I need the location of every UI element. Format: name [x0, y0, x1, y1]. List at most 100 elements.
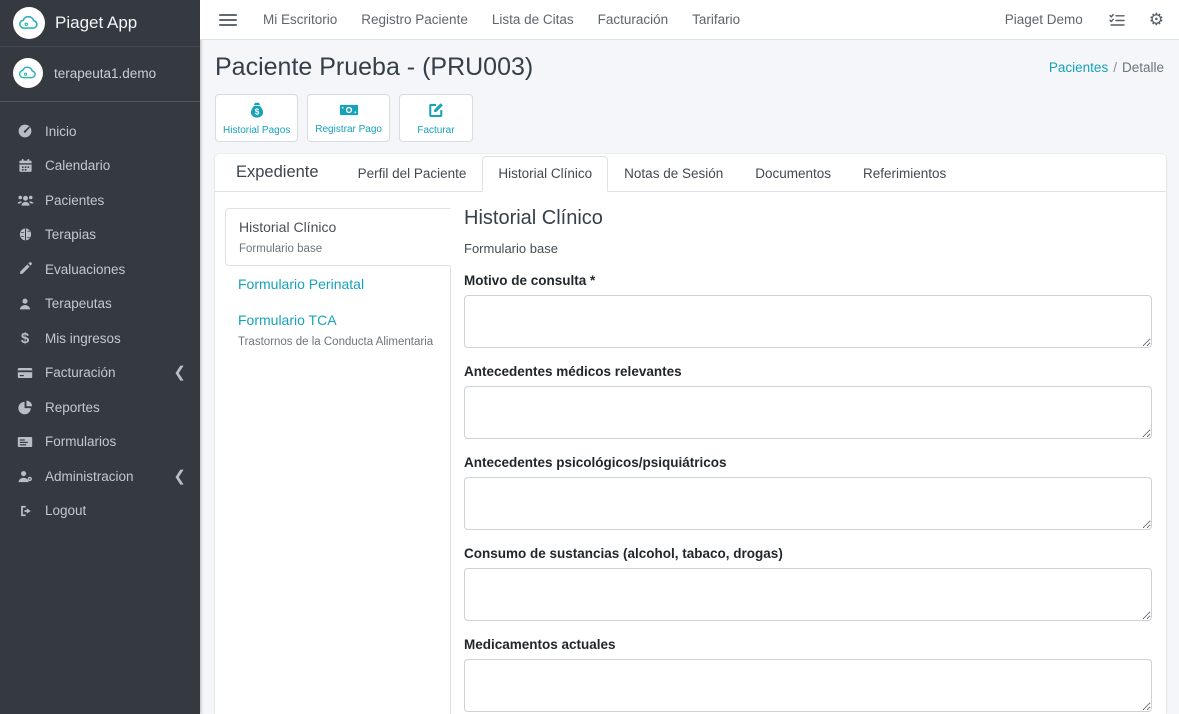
clinical-history-form: Historial Clínico Formulario base Motivo… [451, 192, 1152, 714]
facturar-button[interactable]: Facturar [399, 94, 473, 142]
breadcrumb-current: Detalle [1122, 60, 1164, 75]
field-medicamentos-actuales: Medicamentos actuales [464, 637, 1152, 714]
action-button-label: Facturar [417, 125, 454, 136]
chevron-left-icon: ❮ [173, 365, 186, 380]
form-subnav: Historial Clínico Formulario base Formul… [225, 208, 451, 714]
pencil-icon [14, 262, 36, 276]
tab-content: Historial Clínico Formulario base Formul… [215, 192, 1166, 714]
calendar-icon [14, 158, 36, 173]
topnav-link-registro-paciente[interactable]: Registro Paciente [349, 12, 480, 27]
sidebar-item-evaluaciones[interactable]: Evaluaciones [0, 252, 200, 287]
user-gear-icon [14, 469, 36, 484]
field-label: Medicamentos actuales [464, 637, 1152, 652]
sidebar-item-label: Reportes [45, 400, 100, 415]
action-buttons: $ Historial Pagos Registrar Pago Factura… [200, 90, 1179, 154]
main-area: Mi Escritorio Registro Paciente Lista de… [200, 0, 1179, 714]
subnav-item-subtitle: Trastornos de la Conducta Alimentaria [238, 336, 437, 348]
topnav-link-facturacion[interactable]: Facturación [586, 12, 681, 27]
subnav-item-title: Historial Clínico [239, 219, 437, 235]
tab-expediente[interactable]: Expediente [225, 154, 330, 192]
action-button-label: Registrar Pago [315, 124, 382, 135]
sidebar-item-calendario[interactable]: Calendario [0, 149, 200, 184]
sidebar-item-reportes[interactable]: Reportes [0, 390, 200, 425]
historial-pagos-button[interactable]: $ Historial Pagos [215, 94, 298, 142]
sidebar-item-facturacion[interactable]: Facturación ❮ [0, 356, 200, 391]
subnav-item-formulario-perinatal[interactable]: Formulario Perinatal [225, 266, 450, 302]
brand-name: Piaget App [55, 13, 137, 33]
sidebar-item-terapeutas[interactable]: Terapeutas [0, 287, 200, 322]
cloud-logo-icon [13, 7, 45, 39]
field-label: Consumo de sustancias (alcohol, tabaco, … [464, 546, 1152, 561]
tasks-icon[interactable] [1109, 13, 1125, 27]
sidebar-item-formularios[interactable]: Formularios [0, 425, 200, 460]
brand[interactable]: Piaget App [0, 0, 200, 47]
field-label: Antecedentes psicológicos/psiquiátricos [464, 455, 1152, 470]
topnav-link-tarifario[interactable]: Tarifario [680, 12, 752, 27]
sidebar-item-terapias[interactable]: Terapias [0, 218, 200, 253]
gear-icon[interactable]: ⚙ [1149, 10, 1164, 30]
subnav-item-formulario-tca[interactable]: Formulario TCA Trastornos de la Conducta… [225, 302, 450, 358]
field-antecedentes-psicologicos: Antecedentes psicológicos/psiquiátricos [464, 455, 1152, 535]
svg-text:$: $ [254, 106, 259, 116]
sidebar-item-label: Logout [45, 503, 86, 518]
content-header: Paciente Prueba - (PRU003) Pacientes / Det… [200, 40, 1179, 90]
top-navbar: Mi Escritorio Registro Paciente Lista de… [200, 0, 1179, 40]
form-subtitle: Formulario base [464, 241, 1152, 256]
dollar-icon: $ [14, 330, 36, 347]
field-label: Antecedentes médicos relevantes [464, 364, 1152, 379]
field-label: Motivo de consulta * [464, 273, 1152, 288]
subnav-item-historial-clinico[interactable]: Historial Clínico Formulario base [225, 208, 451, 266]
topnav-link-lista-de-citas[interactable]: Lista de Citas [480, 12, 586, 27]
field-motivo-de-consulta: Motivo de consulta * [464, 273, 1152, 353]
form-title: Historial Clínico [464, 207, 1152, 230]
subnav-item-title: Formulario TCA [238, 312, 437, 328]
topnav-user-label[interactable]: Piaget Demo [1005, 12, 1085, 27]
consumo-de-sustancias-textarea[interactable] [464, 568, 1152, 621]
action-button-label: Historial Pagos [223, 125, 290, 136]
sidebar-item-label: Administracion [45, 469, 134, 484]
sidebar-item-label: Terapias [45, 227, 96, 242]
subnav-item-subtitle: Formulario base [239, 243, 437, 255]
users-icon [14, 193, 36, 208]
sidebar-item-label: Inicio [45, 124, 77, 139]
breadcrumb-link-pacientes[interactable]: Pacientes [1049, 60, 1108, 75]
sidebar-item-label: Formularios [45, 434, 116, 449]
motivo-de-consulta-textarea[interactable] [464, 295, 1152, 348]
user-panel[interactable]: terapeuta1.demo [0, 47, 200, 102]
user-icon [14, 297, 36, 311]
app-screen: Piaget App terapeuta1.demo Inicio Calend… [0, 0, 1179, 714]
sidebar-item-label: Terapeutas [45, 296, 112, 311]
credit-card-icon [14, 366, 36, 380]
sidebar-nav: Inicio Calendario Pacientes Terapias Eva… [0, 102, 200, 528]
registrar-pago-button[interactable]: Registrar Pago [307, 94, 390, 142]
tab-notas-de-sesion[interactable]: Notas de Sesión [608, 156, 739, 192]
pie-chart-icon [14, 400, 36, 415]
chevron-left-icon: ❮ [173, 469, 186, 484]
antecedentes-psicologicos-textarea[interactable] [464, 477, 1152, 530]
tab-referimientos[interactable]: Referimientos [847, 156, 962, 192]
tab-perfil-del-paciente[interactable]: Perfil del Paciente [342, 156, 483, 192]
brain-icon [14, 227, 36, 242]
sidebar-item-mis-ingresos[interactable]: $ Mis ingresos [0, 321, 200, 356]
sidebar-item-administracion[interactable]: Administracion ❮ [0, 459, 200, 494]
field-consumo-de-sustancias: Consumo de sustancias (alcohol, tabaco, … [464, 546, 1152, 626]
breadcrumb-separator: / [1113, 60, 1117, 75]
antecedentes-medicos-textarea[interactable] [464, 386, 1152, 439]
hamburger-icon[interactable] [219, 14, 237, 26]
field-antecedentes-medicos: Antecedentes médicos relevantes [464, 364, 1152, 444]
subnav-item-title: Formulario Perinatal [238, 276, 437, 292]
medicamentos-actuales-textarea[interactable] [464, 659, 1152, 712]
sidebar-item-label: Evaluaciones [45, 262, 125, 277]
tachometer-icon [14, 123, 36, 139]
sidebar-item-inicio[interactable]: Inicio [0, 114, 200, 149]
tab-documentos[interactable]: Documentos [739, 156, 847, 192]
topbar-right: Piaget Demo ⚙ [1005, 10, 1164, 30]
tab-historial-clinico[interactable]: Historial Clínico [482, 156, 608, 192]
sidebar-item-label: Calendario [45, 158, 110, 173]
sidebar-item-logout[interactable]: Logout [0, 494, 200, 529]
sidebar-item-pacientes[interactable]: Pacientes [0, 183, 200, 218]
page-title: Paciente Prueba - (PRU003) [215, 53, 533, 82]
topnav-link-mi-escritorio[interactable]: Mi Escritorio [251, 12, 349, 27]
sidebar-item-label: Mis ingresos [45, 331, 121, 346]
money-bill-icon [339, 102, 359, 121]
